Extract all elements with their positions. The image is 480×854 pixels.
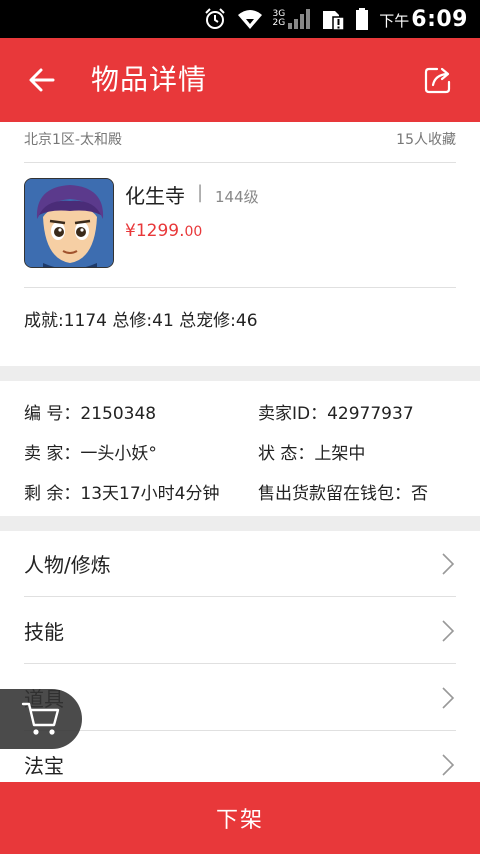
chevron-right-icon (440, 753, 456, 777)
price-main: ¥1299. (125, 221, 185, 241)
signal-icon: 3G 2G (273, 8, 312, 30)
remaining-time: 剩 余：13天17小时4分钟 (24, 484, 220, 504)
alarm-icon (203, 7, 227, 31)
network-2g-label: 2G (272, 18, 286, 28)
share-icon (424, 67, 451, 94)
menu-item-label: 法宝 (24, 754, 64, 778)
wifi-icon (237, 8, 263, 30)
section-divider (0, 366, 480, 381)
item-meta-row: 北京1区-太和殿 15人收藏 (24, 126, 456, 152)
divider (24, 287, 456, 288)
menu-item-treasures[interactable]: 法宝 (24, 732, 456, 782)
menu-item-skills[interactable]: 技能 (24, 598, 456, 664)
character-school: 化生寺 (125, 184, 185, 208)
status-icons: 3G 2G 下午 6:09 (203, 4, 468, 34)
sim-alert-icon (321, 7, 345, 31)
clock-ampm: 下午 (379, 11, 410, 30)
menu-item-character[interactable]: 人物/修炼 (24, 531, 456, 597)
delist-button[interactable]: 下架 (0, 782, 480, 854)
arrow-left-icon (29, 68, 55, 92)
wallet-setting: 售出货款留在钱包：否 (258, 484, 428, 504)
share-button[interactable] (420, 62, 456, 98)
character-level: 144级 (215, 188, 259, 206)
menu-item-label: 技能 (24, 620, 64, 644)
chevron-right-icon (440, 619, 456, 643)
cart-button[interactable] (0, 689, 82, 749)
seller-name: 卖 家：一头小妖° (24, 444, 157, 464)
menu-item-items[interactable]: 道具 (24, 665, 456, 731)
avatar (24, 178, 114, 268)
status-bar: 3G 2G 下午 6:09 (0, 0, 480, 38)
chevron-right-icon (440, 552, 456, 576)
price: ¥1299.00 (125, 221, 202, 241)
menu-item-label: 人物/修炼 (24, 553, 111, 577)
clock-time: 6:09 (411, 6, 468, 32)
section-divider (0, 516, 480, 531)
app-bar: 物品详情 (0, 38, 480, 122)
chevron-right-icon (440, 686, 456, 710)
page-title: 物品详情 (91, 63, 208, 96)
clock: 下午 6:09 (379, 7, 468, 32)
server-label: 北京1区-太和殿 (24, 132, 122, 148)
listing-status: 状 态：上架中 (258, 444, 366, 464)
back-button[interactable] (22, 60, 62, 100)
character-stats: 成就:1174 总修:41 总宠修:46 (24, 311, 258, 331)
item-detail-content[interactable]: 北京1区-太和殿 15人收藏 化生寺 | 144级 ¥1299.00 成就:11… (0, 122, 480, 782)
battery-icon (355, 7, 369, 31)
seller-id: 卖家ID：42977937 (258, 404, 414, 424)
item-id: 编 号：2150348 (24, 404, 157, 424)
divider (24, 162, 456, 163)
price-cents: 00 (184, 224, 203, 240)
name-separator: | (197, 182, 204, 203)
favorites-count: 15人收藏 (396, 132, 456, 148)
shopping-cart-icon (21, 702, 60, 735)
